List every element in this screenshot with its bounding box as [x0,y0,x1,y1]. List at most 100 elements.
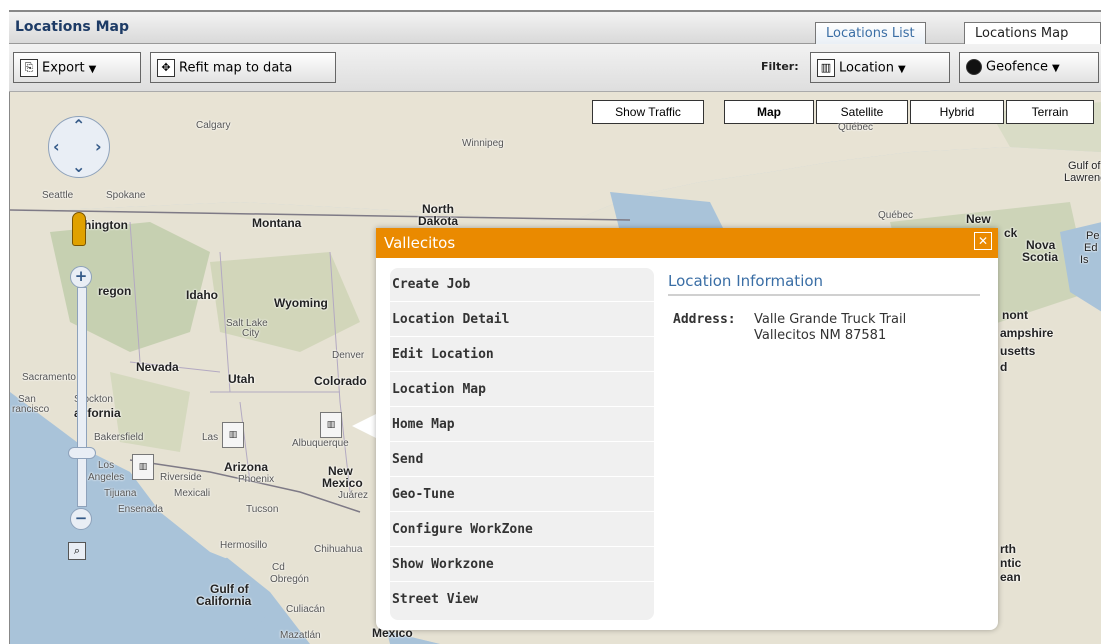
chevron-down-icon: ▼ [1052,62,1060,74]
map-label-colorado: Colorado [314,374,367,388]
close-icon[interactable]: ✕ [974,232,992,250]
map-label-tucson: Tucson [246,504,279,515]
map-label-oregon: regon [98,284,132,298]
export-label: Export [42,60,85,76]
map-label-utah: Utah [228,372,255,386]
pan-right-icon[interactable]: › [95,137,102,156]
map-label-gulf-ca-2: California [196,594,252,608]
action-send[interactable]: Send [390,443,654,477]
map-label-rth: rth [1000,542,1016,556]
map-label-sacramento: Sacramento [22,372,76,383]
popup-actions-list: Create Job Location Detail Edit Location… [390,268,654,620]
tab-locations-map[interactable]: Locations Map [964,22,1101,46]
title-bar: Locations Map Locations List Locations M… [9,10,1101,46]
show-traffic-button[interactable]: Show Traffic [592,100,704,124]
magnify-icon[interactable]: ⌕ [68,542,86,560]
map-type-hybrid[interactable]: Hybrid [910,100,1004,124]
action-edit-location[interactable]: Edit Location [390,338,654,372]
map-label-montana: Montana [252,216,302,230]
map-label-lawrence: Lawrenc [1064,172,1101,184]
action-configure-workzone[interactable]: Configure WorkZone [390,513,654,547]
map-label-ck: ck [1004,226,1018,240]
action-create-job[interactable]: Create Job [390,268,654,302]
pan-down-icon[interactable]: ⌄ [72,157,85,176]
map-label-arizona: Arizona [224,460,269,474]
map-label-quebec-2: Québec [878,210,914,221]
action-geo-tune[interactable]: Geo-Tune [390,478,654,512]
map-label-pe: Pe [1086,230,1100,242]
address-line-2: Vallecitos NM 87581 [754,328,887,343]
action-street-view[interactable]: Street View [390,583,654,617]
map-label-angeles: Angeles [88,472,125,483]
map-label-idaho: Idaho [186,288,218,302]
export-button[interactable]: ⎘ Export ▼ [13,52,141,83]
action-home-map[interactable]: Home Map [390,408,654,442]
chevron-down-icon: ▼ [88,63,97,75]
zoom-slider-thumb[interactable] [68,447,96,459]
geofence-icon [966,59,982,75]
map-type-terrain[interactable]: Terrain [1006,100,1094,124]
pan-left-icon[interactable]: ‹ [53,137,60,156]
map-label-nevada: Nevada [136,360,179,374]
action-location-map[interactable]: Location Map [390,373,654,407]
toolbar: ⎘ Export ▼ ✥ Refit map to data Filter: ▥ Loc… [9,44,1101,92]
map-label-wyoming: Wyoming [274,296,328,310]
map-label-calgary: Calgary [196,120,231,131]
map-label-los: Los [98,460,115,471]
map-label-d: d [1000,360,1008,374]
pan-control[interactable]: ⌃ ‹ › ⌄ [48,116,110,178]
map-label-hermosillo: Hermosillo [220,540,268,551]
map-label-cd: Cd [272,562,285,573]
filter-label: Filter: [761,60,799,73]
pan-up-icon[interactable]: ⌃ [72,116,85,135]
map-label-ed: Ed [1084,242,1098,254]
refit-label: Refit map to data [179,60,293,76]
map-label-usetts: usetts [1000,344,1036,358]
chevron-down-icon: ▼ [897,63,906,75]
map-label-albuquerque: Albuquerque [292,438,349,449]
map-label-francisco: rancisco [12,404,50,415]
map-label-new: New [966,212,991,226]
refit-map-icon: ✥ [157,59,175,77]
export-icon: ⎘ [20,59,38,77]
location-filter-label: Location [839,60,894,76]
map-label-north-dakota-2: Dakota [418,214,459,228]
map-label-phoenix: Phoenix [238,474,275,485]
map-label-vermont: nont [1002,308,1028,322]
map-label-city: City [242,328,260,339]
map-label-gulf-st: Gulf of S [1068,160,1101,172]
map-label-seattle: Seattle [42,190,74,201]
geofence-filter-dropdown[interactable]: Geofence ▼ [959,52,1099,83]
map-label-obregon: Obregón [270,574,309,585]
map-label-bakersfield: Bakersfield [94,432,144,443]
location-marker-icon[interactable]: ▥ [320,412,342,438]
map-label-culiacan: Culiacán [286,604,325,615]
map-label-nova-2: Scotia [1022,250,1059,264]
location-marker-icon[interactable]: ▥ [222,422,244,448]
map-label-spokane: Spokane [106,190,146,201]
action-location-detail[interactable]: Location Detail [390,303,654,337]
map-label-juarez: Juárez [338,490,369,501]
map-label-chihuahua: Chihuahua [314,544,363,555]
map-type-satellite[interactable]: Satellite [816,100,908,124]
zoom-slider-track[interactable] [77,287,87,507]
action-show-workzone[interactable]: Show Workzone [390,548,654,582]
refit-map-button[interactable]: ✥ Refit map to data [150,52,336,83]
map-label-mexicali: Mexicali [174,488,211,499]
map-label-denver: Denver [332,350,365,361]
location-filter-icon: ▥ [817,59,835,77]
map-label-ean: ean [1000,570,1021,584]
location-popup: Vallecitos ✕ Create Job Location Detail … [376,228,998,630]
zoom-out-button[interactable]: − [70,508,92,530]
zoom-in-button[interactable]: + [70,266,92,288]
map-label-ensenada: Ensenada [118,504,164,515]
map-label-hampshire: ampshire [1000,326,1054,340]
street-view-pegman-icon[interactable] [72,212,86,246]
map-type-map[interactable]: Map [724,100,814,124]
map-label-ntic: ntic [1000,556,1022,570]
tab-locations-list[interactable]: Locations List [815,22,926,46]
location-filter-dropdown[interactable]: ▥ Location ▼ [810,52,950,83]
location-marker-icon[interactable]: ▥ [132,454,154,480]
map-label-winnipeg: Winnipeg [462,138,504,149]
map-label-new-mexico-2: Mexico [322,476,363,490]
